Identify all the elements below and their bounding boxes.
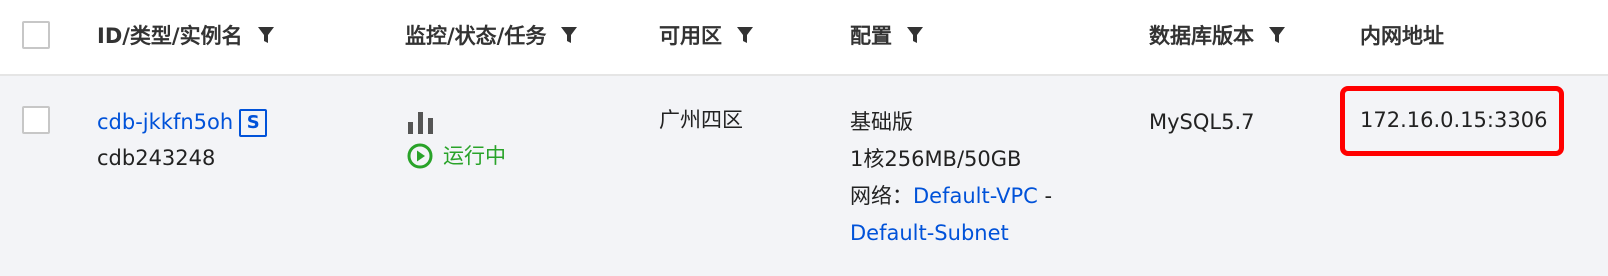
status-cell: 运行中 (407, 138, 506, 174)
highlight-box (1340, 86, 1564, 156)
column-header-private-address: 内网地址 (1360, 20, 1444, 50)
vpc-link[interactable]: Default-VPC (913, 184, 1038, 208)
column-header-zone-label: 可用区 (659, 24, 722, 48)
column-header-zone: 可用区 (659, 20, 754, 50)
instance-type-badge: S (239, 109, 268, 137)
instance-id-cell: cdb-jkkfn5oh S (97, 104, 268, 140)
column-header-id-label: ID/类型/实例名 (97, 24, 243, 48)
table-header: ID/类型/实例名 监控/状态/任务 可用区 配置 数据库版本 内网地址 (0, 0, 1608, 76)
column-header-db-version-label: 数据库版本 (1149, 24, 1254, 48)
monitor-chart-icon[interactable] (407, 110, 435, 134)
network-separator: - (1044, 184, 1053, 208)
filter-icon[interactable] (736, 24, 754, 46)
filter-icon[interactable] (1268, 24, 1286, 46)
column-header-private-address-label: 内网地址 (1360, 24, 1444, 48)
filter-icon[interactable] (257, 24, 275, 46)
row-select-checkbox[interactable] (22, 106, 50, 134)
running-status-icon (407, 143, 433, 169)
subnet-line: Default-Subnet (850, 215, 1009, 251)
filter-icon[interactable] (906, 24, 924, 46)
subnet-link[interactable]: Default-Subnet (850, 221, 1009, 245)
network-line: 网络：Default-VPC - (850, 178, 1052, 214)
column-header-config-label: 配置 (850, 24, 892, 48)
network-label: 网络： (850, 184, 913, 208)
config-edition: 基础版 (850, 110, 913, 134)
column-header-monitor-label: 监控/状态/任务 (405, 24, 547, 48)
column-header-config: 配置 (850, 20, 924, 50)
select-all-checkbox[interactable] (22, 21, 50, 49)
column-header-db-version: 数据库版本 (1149, 20, 1286, 50)
instance-name: cdb243248 (97, 146, 216, 170)
column-header-id: ID/类型/实例名 (97, 20, 275, 50)
column-header-monitor: 监控/状态/任务 (405, 20, 578, 50)
zone: 广州四区 (659, 108, 743, 132)
db-version: MySQL5.7 (1149, 110, 1255, 134)
config-spec: 1核256MB/50GB (850, 147, 1022, 171)
status-text: 运行中 (443, 144, 506, 168)
filter-icon[interactable] (560, 24, 578, 46)
instance-id-link[interactable]: cdb-jkkfn5oh (97, 110, 233, 134)
